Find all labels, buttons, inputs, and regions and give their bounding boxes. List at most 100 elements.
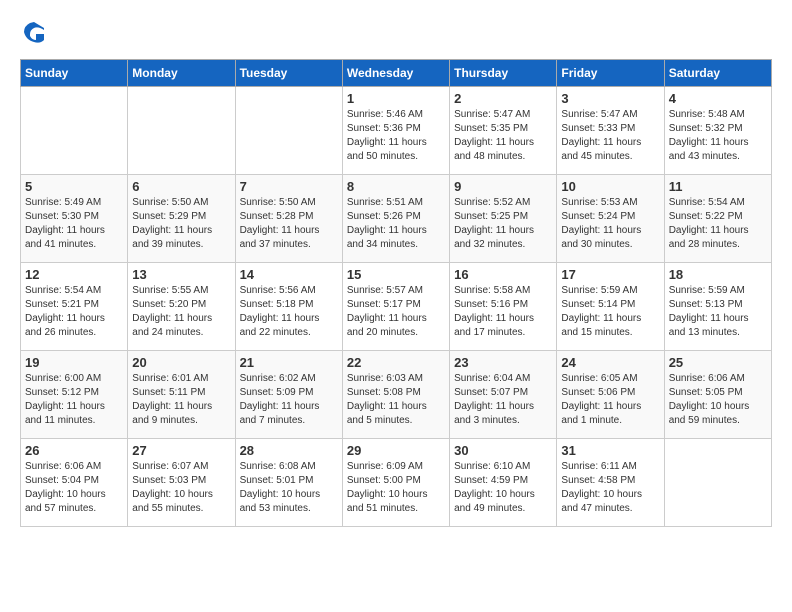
- sunrise-text: Sunrise: 5:59 AM: [669, 285, 745, 296]
- day-header-friday: Friday: [557, 60, 664, 87]
- sunset-text: Sunset: 5:21 PM: [25, 299, 99, 310]
- day-number: 21: [240, 355, 338, 370]
- daylight-text: Daylight: 10 hours and 57 minutes.: [25, 489, 106, 514]
- day-number: 28: [240, 443, 338, 458]
- day-number: 16: [454, 267, 552, 282]
- sunrise-text: Sunrise: 5:50 AM: [132, 197, 208, 208]
- sunset-text: Sunset: 4:58 PM: [561, 475, 635, 486]
- day-number: 6: [132, 179, 230, 194]
- sunrise-text: Sunrise: 5:57 AM: [347, 285, 423, 296]
- day-number: 18: [669, 267, 767, 282]
- day-number: 1: [347, 91, 445, 106]
- daylight-text: Daylight: 11 hours and 24 minutes.: [132, 313, 212, 338]
- week-row-2: 5 Sunrise: 5:49 AM Sunset: 5:30 PM Dayli…: [21, 175, 772, 263]
- sunrise-text: Sunrise: 6:07 AM: [132, 461, 208, 472]
- calendar-table: SundayMondayTuesdayWednesdayThursdayFrid…: [20, 59, 772, 527]
- week-row-3: 12 Sunrise: 5:54 AM Sunset: 5:21 PM Dayl…: [21, 263, 772, 351]
- sunrise-text: Sunrise: 6:05 AM: [561, 373, 637, 384]
- sunset-text: Sunset: 5:28 PM: [240, 211, 314, 222]
- sunrise-text: Sunrise: 5:59 AM: [561, 285, 637, 296]
- day-header-sunday: Sunday: [21, 60, 128, 87]
- calendar-cell: 3 Sunrise: 5:47 AM Sunset: 5:33 PM Dayli…: [557, 87, 664, 175]
- day-number: 2: [454, 91, 552, 106]
- calendar-cell: 7 Sunrise: 5:50 AM Sunset: 5:28 PM Dayli…: [235, 175, 342, 263]
- week-row-5: 26 Sunrise: 6:06 AM Sunset: 5:04 PM Dayl…: [21, 439, 772, 527]
- day-number: 12: [25, 267, 123, 282]
- sunset-text: Sunset: 5:12 PM: [25, 387, 99, 398]
- sunrise-text: Sunrise: 6:09 AM: [347, 461, 423, 472]
- daylight-text: Daylight: 10 hours and 53 minutes.: [240, 489, 321, 514]
- sunrise-text: Sunrise: 5:50 AM: [240, 197, 316, 208]
- calendar-cell: 5 Sunrise: 5:49 AM Sunset: 5:30 PM Dayli…: [21, 175, 128, 263]
- sunrise-text: Sunrise: 5:52 AM: [454, 197, 530, 208]
- sunrise-text: Sunrise: 5:49 AM: [25, 197, 101, 208]
- sunset-text: Sunset: 5:26 PM: [347, 211, 421, 222]
- day-header-tuesday: Tuesday: [235, 60, 342, 87]
- day-number: 29: [347, 443, 445, 458]
- sunrise-text: Sunrise: 5:48 AM: [669, 109, 745, 120]
- sunset-text: Sunset: 5:13 PM: [669, 299, 743, 310]
- sunset-text: Sunset: 5:29 PM: [132, 211, 206, 222]
- day-header-wednesday: Wednesday: [342, 60, 449, 87]
- sunrise-text: Sunrise: 5:54 AM: [25, 285, 101, 296]
- calendar-cell: 14 Sunrise: 5:56 AM Sunset: 5:18 PM Dayl…: [235, 263, 342, 351]
- sunset-text: Sunset: 5:09 PM: [240, 387, 314, 398]
- day-number: 7: [240, 179, 338, 194]
- day-number: 13: [132, 267, 230, 282]
- calendar-cell: 25 Sunrise: 6:06 AM Sunset: 5:05 PM Dayl…: [664, 351, 771, 439]
- daylight-text: Daylight: 11 hours and 34 minutes.: [347, 225, 427, 250]
- week-row-4: 19 Sunrise: 6:00 AM Sunset: 5:12 PM Dayl…: [21, 351, 772, 439]
- sunset-text: Sunset: 5:08 PM: [347, 387, 421, 398]
- day-number: 30: [454, 443, 552, 458]
- daylight-text: Daylight: 11 hours and 5 minutes.: [347, 401, 427, 426]
- day-number: 4: [669, 91, 767, 106]
- calendar-cell: 19 Sunrise: 6:00 AM Sunset: 5:12 PM Dayl…: [21, 351, 128, 439]
- calendar-cell: 12 Sunrise: 5:54 AM Sunset: 5:21 PM Dayl…: [21, 263, 128, 351]
- day-number: 11: [669, 179, 767, 194]
- calendar-cell: 13 Sunrise: 5:55 AM Sunset: 5:20 PM Dayl…: [128, 263, 235, 351]
- logo: [20, 20, 46, 49]
- sunset-text: Sunset: 5:33 PM: [561, 123, 635, 134]
- daylight-text: Daylight: 11 hours and 1 minute.: [561, 401, 641, 426]
- day-number: 5: [25, 179, 123, 194]
- sunset-text: Sunset: 5:22 PM: [669, 211, 743, 222]
- sunrise-text: Sunrise: 5:54 AM: [669, 197, 745, 208]
- sunset-text: Sunset: 4:59 PM: [454, 475, 528, 486]
- calendar-cell: 10 Sunrise: 5:53 AM Sunset: 5:24 PM Dayl…: [557, 175, 664, 263]
- daylight-text: Daylight: 11 hours and 20 minutes.: [347, 313, 427, 338]
- daylight-text: Daylight: 11 hours and 43 minutes.: [669, 137, 749, 162]
- day-number: 14: [240, 267, 338, 282]
- daylight-text: Daylight: 11 hours and 9 minutes.: [132, 401, 212, 426]
- calendar-cell: 6 Sunrise: 5:50 AM Sunset: 5:29 PM Dayli…: [128, 175, 235, 263]
- daylight-text: Daylight: 11 hours and 41 minutes.: [25, 225, 105, 250]
- sunrise-text: Sunrise: 5:46 AM: [347, 109, 423, 120]
- daylight-text: Daylight: 10 hours and 59 minutes.: [669, 401, 750, 426]
- day-number: 23: [454, 355, 552, 370]
- daylight-text: Daylight: 11 hours and 32 minutes.: [454, 225, 534, 250]
- sunset-text: Sunset: 5:03 PM: [132, 475, 206, 486]
- sunset-text: Sunset: 5:24 PM: [561, 211, 635, 222]
- calendar-cell: 11 Sunrise: 5:54 AM Sunset: 5:22 PM Dayl…: [664, 175, 771, 263]
- calendar-cell: 27 Sunrise: 6:07 AM Sunset: 5:03 PM Dayl…: [128, 439, 235, 527]
- sunset-text: Sunset: 5:00 PM: [347, 475, 421, 486]
- day-number: 10: [561, 179, 659, 194]
- calendar-cell: 24 Sunrise: 6:05 AM Sunset: 5:06 PM Dayl…: [557, 351, 664, 439]
- day-number: 22: [347, 355, 445, 370]
- daylight-text: Daylight: 10 hours and 47 minutes.: [561, 489, 642, 514]
- sunrise-text: Sunrise: 6:03 AM: [347, 373, 423, 384]
- sunset-text: Sunset: 5:20 PM: [132, 299, 206, 310]
- sunset-text: Sunset: 5:36 PM: [347, 123, 421, 134]
- calendar-cell: 8 Sunrise: 5:51 AM Sunset: 5:26 PM Dayli…: [342, 175, 449, 263]
- calendar-cell: 21 Sunrise: 6:02 AM Sunset: 5:09 PM Dayl…: [235, 351, 342, 439]
- sunset-text: Sunset: 5:30 PM: [25, 211, 99, 222]
- calendar-cell: 4 Sunrise: 5:48 AM Sunset: 5:32 PM Dayli…: [664, 87, 771, 175]
- sunset-text: Sunset: 5:05 PM: [669, 387, 743, 398]
- sunset-text: Sunset: 5:18 PM: [240, 299, 314, 310]
- calendar-cell: 22 Sunrise: 6:03 AM Sunset: 5:08 PM Dayl…: [342, 351, 449, 439]
- daylight-text: Daylight: 11 hours and 3 minutes.: [454, 401, 534, 426]
- sunset-text: Sunset: 5:16 PM: [454, 299, 528, 310]
- sunrise-text: Sunrise: 6:08 AM: [240, 461, 316, 472]
- day-number: 19: [25, 355, 123, 370]
- calendar-cell: [664, 439, 771, 527]
- daylight-text: Daylight: 11 hours and 22 minutes.: [240, 313, 320, 338]
